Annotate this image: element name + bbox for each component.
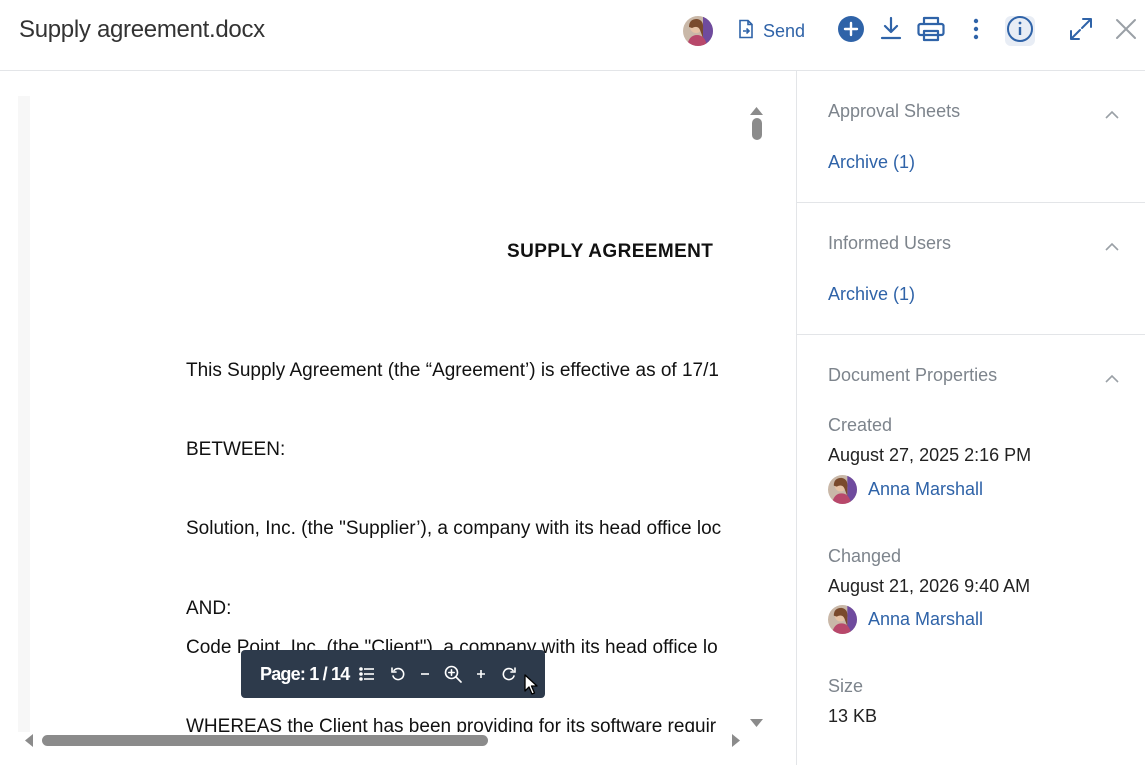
approval-archive-link[interactable]: Archive (1) xyxy=(828,152,915,173)
document-line: WHEREAS the Client has been providing fo… xyxy=(186,716,717,732)
zoom-icon[interactable] xyxy=(443,664,463,684)
created-by-user[interactable]: Anna Marshall xyxy=(828,474,983,504)
changed-date: August 21, 2026 9:40 AM xyxy=(828,576,1031,596)
document-line: This Supply Agreement (the “Agreement’) … xyxy=(186,360,719,381)
print-button[interactable] xyxy=(916,16,946,46)
chevron-up-icon[interactable] xyxy=(1105,106,1119,119)
close-icon xyxy=(1114,17,1138,46)
scroll-down-arrow-icon[interactable] xyxy=(750,714,763,732)
zoom-in-icon[interactable] xyxy=(471,664,491,684)
download-button[interactable] xyxy=(876,16,906,46)
changed-user-name[interactable]: Anna Marshall xyxy=(868,609,983,630)
size-value: 13 KB xyxy=(828,706,878,726)
info-button[interactable] xyxy=(1005,15,1035,48)
document-properties-title: Document Properties xyxy=(828,365,998,385)
avatar xyxy=(828,604,857,634)
document-page: SUPPLY AGREEMENT This Supply Agreement (… xyxy=(30,96,747,732)
created-date: August 27, 2025 2:16 PM xyxy=(828,445,1032,465)
document-line: BETWEEN: xyxy=(186,439,286,460)
chevron-up-icon[interactable] xyxy=(1105,238,1119,251)
document-line: Solution, Inc. (the "Supplier’), a compa… xyxy=(186,518,722,539)
vertical-scrollbar[interactable] xyxy=(747,96,765,732)
more-button[interactable] xyxy=(961,16,991,46)
add-icon xyxy=(837,15,865,48)
changed-by-user[interactable]: Anna Marshall xyxy=(828,604,983,634)
avatar xyxy=(828,474,857,504)
document-title: Supply agreement.docx xyxy=(19,16,265,43)
page-toolbar: Page: 1 / 14 xyxy=(241,650,545,698)
changed-label: Changed xyxy=(828,546,902,566)
info-sidebar: Approval Sheets Archive (1) Informed Use… xyxy=(796,71,1145,765)
user-avatar[interactable] xyxy=(683,16,713,46)
document-line: AND: xyxy=(186,598,232,619)
list-icon[interactable] xyxy=(357,664,377,684)
info-icon xyxy=(1006,15,1034,48)
document-heading: SUPPLY AGREEMENT xyxy=(507,241,714,262)
rotate-left-icon[interactable] xyxy=(388,664,408,684)
expand-button[interactable] xyxy=(1066,16,1096,46)
mouse-cursor-icon xyxy=(524,674,538,701)
page-indicator: Page: 1 / 14 xyxy=(260,663,350,684)
send-document-icon xyxy=(737,19,755,44)
more-icon xyxy=(973,18,979,45)
close-button[interactable] xyxy=(1111,16,1141,46)
zoom-out-icon[interactable] xyxy=(415,664,435,684)
approval-sheets-title: Approval Sheets xyxy=(828,101,961,121)
created-label: Created xyxy=(828,415,893,435)
created-user-name[interactable]: Anna Marshall xyxy=(868,479,983,500)
send-label: Send xyxy=(763,20,806,41)
size-label: Size xyxy=(828,676,864,696)
scroll-left-arrow-icon[interactable] xyxy=(25,734,33,752)
chevron-up-icon[interactable] xyxy=(1105,370,1119,383)
scroll-right-arrow-icon[interactable] xyxy=(732,734,740,752)
informed-archive-link[interactable]: Archive (1) xyxy=(828,284,915,305)
send-button[interactable]: Send xyxy=(737,18,805,44)
vertical-scroll-thumb[interactable] xyxy=(752,118,762,140)
add-button[interactable] xyxy=(836,15,866,48)
section-divider xyxy=(797,334,1145,335)
viewer-header: Supply agreement.docx Send xyxy=(0,0,1145,71)
horizontal-scroll-thumb[interactable] xyxy=(42,735,488,746)
download-icon xyxy=(879,16,903,47)
expand-icon xyxy=(1068,16,1094,47)
horizontal-scrollbar[interactable] xyxy=(18,732,765,748)
print-icon xyxy=(916,15,946,48)
section-divider xyxy=(797,202,1145,203)
informed-users-title: Informed Users xyxy=(828,233,952,253)
rotate-right-icon[interactable] xyxy=(499,664,519,684)
